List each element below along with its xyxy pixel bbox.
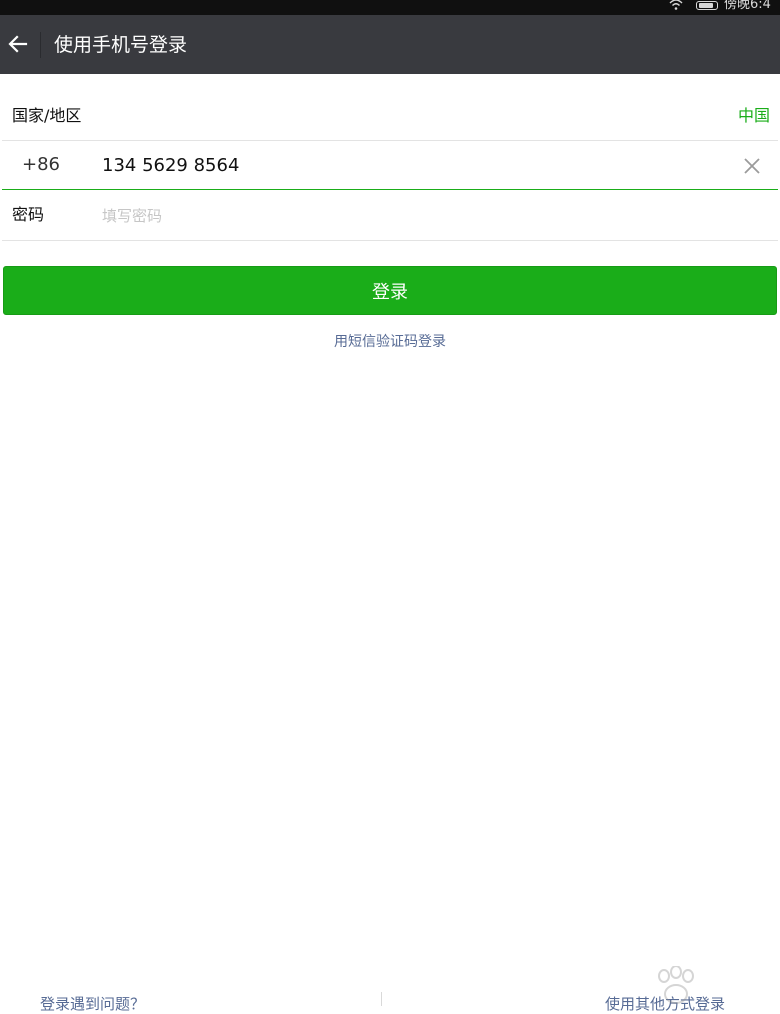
region-row[interactable]: 国家/地区 中国 xyxy=(2,92,778,141)
phone-row: +86 xyxy=(2,141,778,190)
app-bar: 使用手机号登录 xyxy=(0,15,780,74)
login-button[interactable]: 登录 xyxy=(3,266,777,315)
region-label: 国家/地区 xyxy=(12,106,82,125)
login-problem-link[interactable]: 登录遇到问题？ xyxy=(40,994,145,1014)
region-value[interactable]: 中国 xyxy=(738,105,770,127)
password-row: 密码 xyxy=(2,190,778,241)
sms-login-link[interactable]: 用短信验证码登录 xyxy=(0,332,780,352)
app-bar-divider xyxy=(40,32,41,58)
paw-watermark-icon xyxy=(658,966,694,1004)
status-bar: 傍晚6:4 xyxy=(0,0,780,15)
phone-input[interactable] xyxy=(102,150,702,180)
password-input[interactable] xyxy=(102,202,702,230)
back-button[interactable] xyxy=(4,29,32,59)
arrow-left-icon xyxy=(8,35,28,53)
footer-divider xyxy=(381,992,382,1006)
status-time: 傍晚6:4 xyxy=(724,0,771,12)
country-code[interactable]: +86 xyxy=(22,154,60,176)
password-label: 密码 xyxy=(12,205,45,224)
page-title: 使用手机号登录 xyxy=(54,34,188,56)
wifi-icon xyxy=(669,0,683,10)
battery-icon xyxy=(696,1,718,10)
close-icon[interactable] xyxy=(740,154,764,178)
